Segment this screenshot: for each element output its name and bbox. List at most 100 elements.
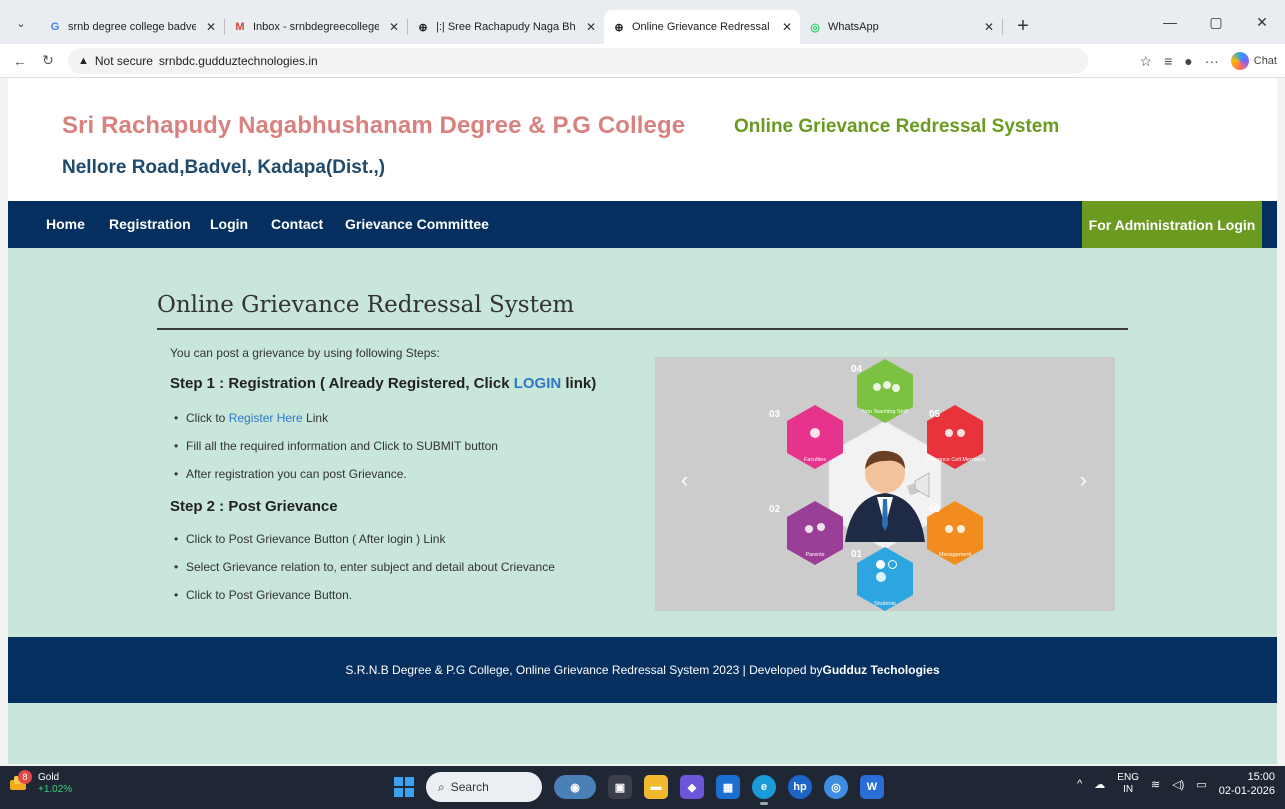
close-tab-icon[interactable]: ✕ [586, 20, 596, 34]
windows-start-icon[interactable] [394, 777, 414, 797]
globe-icon: ⊕ [614, 21, 624, 34]
admin-login-button[interactable]: For Administration Login [1082, 201, 1262, 248]
close-window-icon[interactable]: ✕ [1239, 0, 1285, 44]
site-footer: S.R.N.B Degree & P.G College, Online Gri… [8, 637, 1277, 703]
node-label: Grievance Cell Members [925, 457, 986, 463]
nav-home[interactable]: Home [46, 216, 85, 232]
browser-tab-strip: ⌄ G srnb degree college badvel - Goog ✕ … [0, 0, 1285, 44]
globe-icon: ⊕ [418, 21, 428, 34]
close-tab-icon[interactable]: ✕ [389, 20, 399, 34]
tab-divider [1002, 19, 1003, 35]
volume-icon[interactable]: ◁) [1172, 778, 1184, 791]
favorite-star-icon[interactable]: ☆ [1140, 53, 1153, 70]
lang-top: ENG [1117, 772, 1139, 783]
node-04: 04 Non Teaching Staff [851, 359, 913, 423]
node-number: 03 [769, 409, 781, 420]
carousel-dot[interactable] [876, 560, 885, 569]
restore-icon[interactable]: ▢ [1193, 0, 1239, 44]
carousel-indicators [876, 560, 897, 569]
step1-item: Click to Register Here Link [174, 411, 329, 425]
security-label[interactable]: Not secure [95, 54, 153, 68]
step1-item-text: Link [302, 411, 329, 425]
cloud-icon[interactable]: ☁ [1094, 778, 1105, 791]
tab-actions-menu-icon[interactable]: ⌄ [8, 10, 34, 36]
warning-icon: ▲ [78, 54, 89, 67]
tab-title: WhatsApp [828, 21, 879, 33]
nav-registration[interactable]: Registration [109, 216, 191, 232]
login-link[interactable]: LOGIN [514, 375, 562, 392]
nav-contact[interactable]: Contact [271, 216, 323, 232]
intro-text: You can post a grievance by using follow… [170, 346, 440, 360]
grievance-stakeholders-illustration: 04 Non Teaching Staff 05 Grievance Cell … [769, 359, 986, 611]
close-tab-icon[interactable]: ✕ [206, 20, 216, 34]
tab-google-search[interactable]: G srnb degree college badvel - Goog ✕ [40, 10, 224, 44]
back-arrow-icon[interactable]: ← [6, 53, 34, 69]
nav-login[interactable]: Login [210, 216, 248, 232]
tab-grievance-system[interactable]: ⊕ Online Grievance Redressal System ✕ [604, 10, 800, 44]
node-label: Students [874, 601, 896, 607]
url-field[interactable]: ▲ Not secure srnbdc.gudduztechnologies.i… [68, 47, 1088, 74]
search-label: Search [450, 780, 489, 794]
chrome-icon[interactable]: ◎ [824, 775, 848, 799]
task-view-icon[interactable]: ▣ [608, 775, 632, 799]
wifi-icon[interactable]: ≋ [1151, 778, 1160, 791]
tab-gmail-inbox[interactable]: M Inbox - srnbdegreecollege@gmail ✕ [225, 10, 407, 44]
node-label: Faculties [804, 457, 826, 463]
chevron-left-icon[interactable]: ‹ [681, 467, 688, 493]
hp-icon[interactable]: hp [788, 775, 812, 799]
minimize-icon[interactable]: — [1147, 0, 1193, 44]
tab-whatsapp[interactable]: ◎ WhatsApp ✕ [800, 10, 1002, 44]
clock[interactable]: 15:00 02-01-2026 [1219, 770, 1275, 798]
node-05: 05 Grievance Cell Members [925, 405, 986, 469]
store-icon[interactable]: ▦ [716, 775, 740, 799]
browser-toolbar: ☆ ≡ ● ··· Chat [1140, 44, 1277, 78]
profile-avatar-icon[interactable]: ● [1184, 53, 1192, 69]
tab-title: Inbox - srnbdegreecollege@gmail [253, 21, 379, 33]
chevron-up-icon[interactable]: ^ [1077, 778, 1082, 790]
node-label: Non Teaching Staff [862, 409, 909, 415]
clock-time: 15:00 [1247, 771, 1275, 783]
close-tab-icon[interactable]: ✕ [984, 20, 994, 34]
node-number: 06 [929, 504, 941, 515]
copilot-widget-icon[interactable]: ◉ [554, 775, 596, 799]
word-icon[interactable]: W [860, 775, 884, 799]
register-here-link[interactable]: Register Here [229, 411, 303, 425]
step2-item: Select Grievance relation to, enter subj… [174, 560, 555, 574]
system-tray: ^ ☁ ENG IN ≋ ◁) ▭ 15:00 02-01-2026 [1077, 770, 1275, 798]
language-indicator[interactable]: ENG IN [1117, 772, 1139, 796]
gold-widget[interactable]: 8 Gold +1.02% [8, 770, 73, 796]
new-tab-icon[interactable]: + [1009, 12, 1037, 40]
step2-item: Click to Post Grievance Button. [174, 588, 352, 602]
nav-grievance-committee[interactable]: Grievance Committee [345, 216, 489, 232]
file-explorer-icon[interactable]: ▬ [644, 775, 668, 799]
step2-heading: Step 2 : Post Grievance [170, 498, 338, 515]
footer-text: S.R.N.B Degree & P.G College, Online Gri… [345, 663, 823, 677]
edge-browser-icon[interactable]: e [752, 775, 776, 805]
gmail-icon: M [235, 21, 245, 33]
step1-item: After registration you can post Grievanc… [174, 467, 407, 481]
step1-item-text: Click to [186, 411, 229, 425]
clock-date: 02-01-2026 [1218, 785, 1275, 797]
site-header: Sri Rachapudy Nagabhushanam Degree & P.G… [8, 78, 1277, 201]
node-label: Management [939, 552, 972, 558]
carousel-dot[interactable] [888, 560, 897, 569]
widget-change: +1.02% [38, 784, 73, 795]
google-icon: G [50, 21, 60, 33]
chevron-right-icon[interactable]: › [1080, 467, 1087, 493]
college-name: Sri Rachapudy Nagabhushanam Degree & P.G… [62, 112, 686, 139]
title-divider [157, 328, 1128, 330]
image-carousel: 04 Non Teaching Staff 05 Grievance Cell … [655, 357, 1115, 611]
refresh-icon[interactable]: ↻ [34, 52, 62, 69]
more-options-icon[interactable]: ··· [1205, 53, 1219, 69]
favorites-list-icon[interactable]: ≡ [1164, 53, 1172, 69]
tab-college-site[interactable]: ⊕ |:| Sree Rachapudy Naga Bhushan ✕ [408, 10, 604, 44]
copilot-app-icon[interactable]: ◆ [680, 775, 704, 799]
step1-item-text: Fill all the required information and Cl… [186, 439, 498, 453]
url-text[interactable]: srnbdc.gudduztechnologies.in [159, 54, 318, 68]
copilot-icon [1230, 52, 1249, 70]
copilot-chat-button[interactable]: Chat [1230, 52, 1277, 70]
battery-icon[interactable]: ▭ [1196, 778, 1206, 791]
taskbar-search[interactable]: ⌕ Search [426, 772, 542, 802]
close-tab-icon[interactable]: ✕ [782, 20, 792, 34]
system-name: Online Grievance Redressal System [734, 116, 1060, 137]
